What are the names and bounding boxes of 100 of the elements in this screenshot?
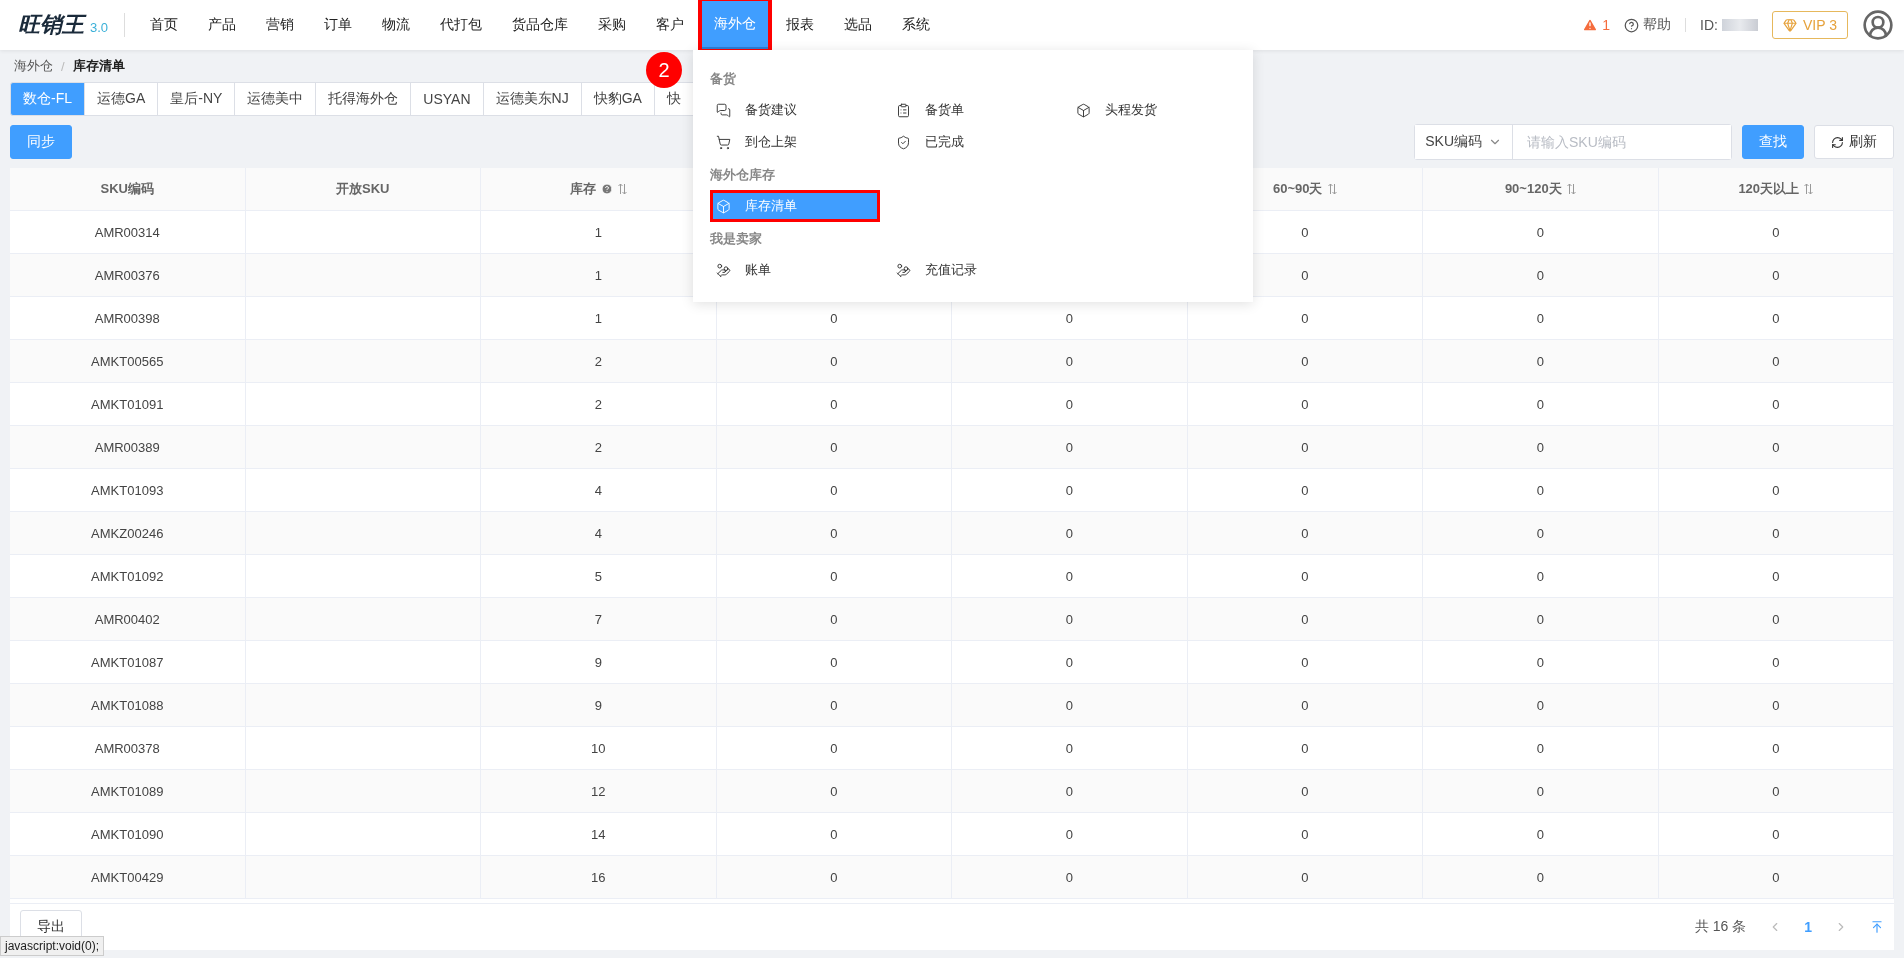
table-cell: 0 [1423,727,1659,770]
table-cell: 7 [481,598,717,641]
search-type-select[interactable]: SKU编码 [1415,125,1513,159]
table-cell: 0 [1187,727,1423,770]
table-cell: 0 [1423,555,1659,598]
nav-item[interactable]: 物流 [369,0,424,50]
warehouse-tab[interactable]: 运德美中 [235,82,317,116]
help-link[interactable]: 帮助 [1624,16,1672,34]
table-cell: 0 [716,641,952,684]
table-cell: 0 [1658,383,1894,426]
table-cell: 0 [1423,383,1659,426]
table-cell: 0 [1658,297,1894,340]
menu-item-icon [716,102,731,118]
nav-item[interactable]: 采购 [585,0,640,50]
table-cell: 0 [1658,598,1894,641]
column-title: 60~90天 [1273,180,1323,198]
table-cell: 0 [1658,813,1894,856]
column-title: SKU编码 [100,180,154,198]
nav-item[interactable]: 营销 [253,0,308,50]
column-title: 开放SKU [336,180,390,198]
table-cell: 0 [716,598,952,641]
sort-icon[interactable] [1804,183,1814,195]
table-cell: AMKT01089 [10,770,246,813]
warehouse-tab[interactable]: 运德美东NJ [483,82,582,116]
table-cell: 0 [952,770,1188,813]
table-cell: 0 [716,469,952,512]
table-cell: 0 [1658,340,1894,383]
nav-item[interactable]: 首页 [137,0,192,50]
table-cell: 0 [952,813,1188,856]
table-cell: 14 [481,813,717,856]
table-cell: 0 [952,856,1188,899]
table-cell: 0 [1187,813,1423,856]
table-cell: 0 [716,813,952,856]
breadcrumb-item[interactable]: 海外仓 [14,57,53,75]
menu-item[interactable]: 充值记录 [890,254,1070,286]
table-cell: 0 [716,856,952,899]
table-cell: 0 [1658,727,1894,770]
table-cell: 0 [952,641,1188,684]
menu-item-icon [896,134,911,150]
table-cell: AMKT00565 [10,340,246,383]
menu-item[interactable]: 到仓上架 [710,126,890,158]
table-cell: 0 [1658,512,1894,555]
table-cell: 0 [1423,512,1659,555]
table-cell: 4 [481,512,717,555]
table-cell: 0 [952,426,1188,469]
sort-icon[interactable] [1327,183,1337,195]
menu-section-title: 备货 [710,70,737,88]
table-cell: 4 [481,469,717,512]
table-cell: 0 [1658,770,1894,813]
table-cell: AMR00402 [10,598,246,641]
refresh-button[interactable]: 刷新 [1814,125,1894,159]
sort-icon[interactable] [617,183,627,195]
table-cell: 0 [716,684,952,727]
help-icon[interactable] [600,183,613,195]
table-cell: 0 [716,555,952,598]
table-cell: 0 [1423,856,1659,899]
table-cell: 0 [716,770,952,813]
menu-item-icon [716,262,731,278]
table-cell: 10 [481,727,717,770]
warehouse-tab[interactable]: 托得海外仓 [316,82,412,116]
nav-item[interactable]: 产品 [195,0,250,50]
table-cell: 0 [716,727,952,770]
table-cell: AMKT01088 [10,684,246,727]
table-cell: 0 [716,512,952,555]
sort-icon[interactable] [1566,183,1576,195]
menu-item[interactable]: 头程发货 [1070,94,1250,126]
table-cell: 0 [1187,340,1423,383]
nav-item[interactable]: 选品 [831,0,886,50]
table-cell: 0 [1187,555,1423,598]
search-field[interactable]: SKU编码 请输入SKU编码 [1414,124,1732,160]
table-cell: 0 [952,340,1188,383]
nav-item[interactable]: 客户 [643,0,698,50]
table-cell: 16 [481,856,717,899]
avatar-icon[interactable] [1862,9,1894,41]
table-cell: 0 [1423,813,1659,856]
table-cell: 0 [1423,254,1659,297]
back-to-top-icon[interactable] [1870,920,1884,934]
warehouse-tab[interactable]: 皇后-NY [158,82,236,116]
nav-item[interactable]: 代打包 [427,0,496,50]
logo-version: 3.0 [90,20,109,35]
nav-item[interactable]: 系统 [889,0,944,50]
refresh-icon [1831,135,1844,149]
menu-section-title: 海外仓库存 [710,166,776,184]
warehouse-tab[interactable]: USYAN [411,82,484,116]
menu-item[interactable]: 备货建议 [710,94,890,126]
nav-item[interactable]: 订单 [311,0,366,50]
menu-item[interactable]: 备货单 [890,94,1070,126]
menu-item[interactable]: 已完成 [890,126,1070,158]
table-cell: 0 [952,684,1188,727]
column-title: 90~120天 [1504,180,1562,198]
table-cell: 0 [1658,254,1894,297]
nav-item[interactable]: 货品仓库 [499,0,582,50]
table-cell: 0 [1423,211,1659,254]
table-cell: 0 [1423,426,1659,469]
table-cell: 0 [1423,297,1659,340]
warehouse-tab[interactable]: 运德GA [85,82,159,116]
warning-icon [1582,17,1599,33]
warehouse-tab[interactable]: 快豹GA [581,82,655,116]
table-cell: 0 [1423,340,1659,383]
nav-item[interactable]: 报表 [773,0,828,50]
